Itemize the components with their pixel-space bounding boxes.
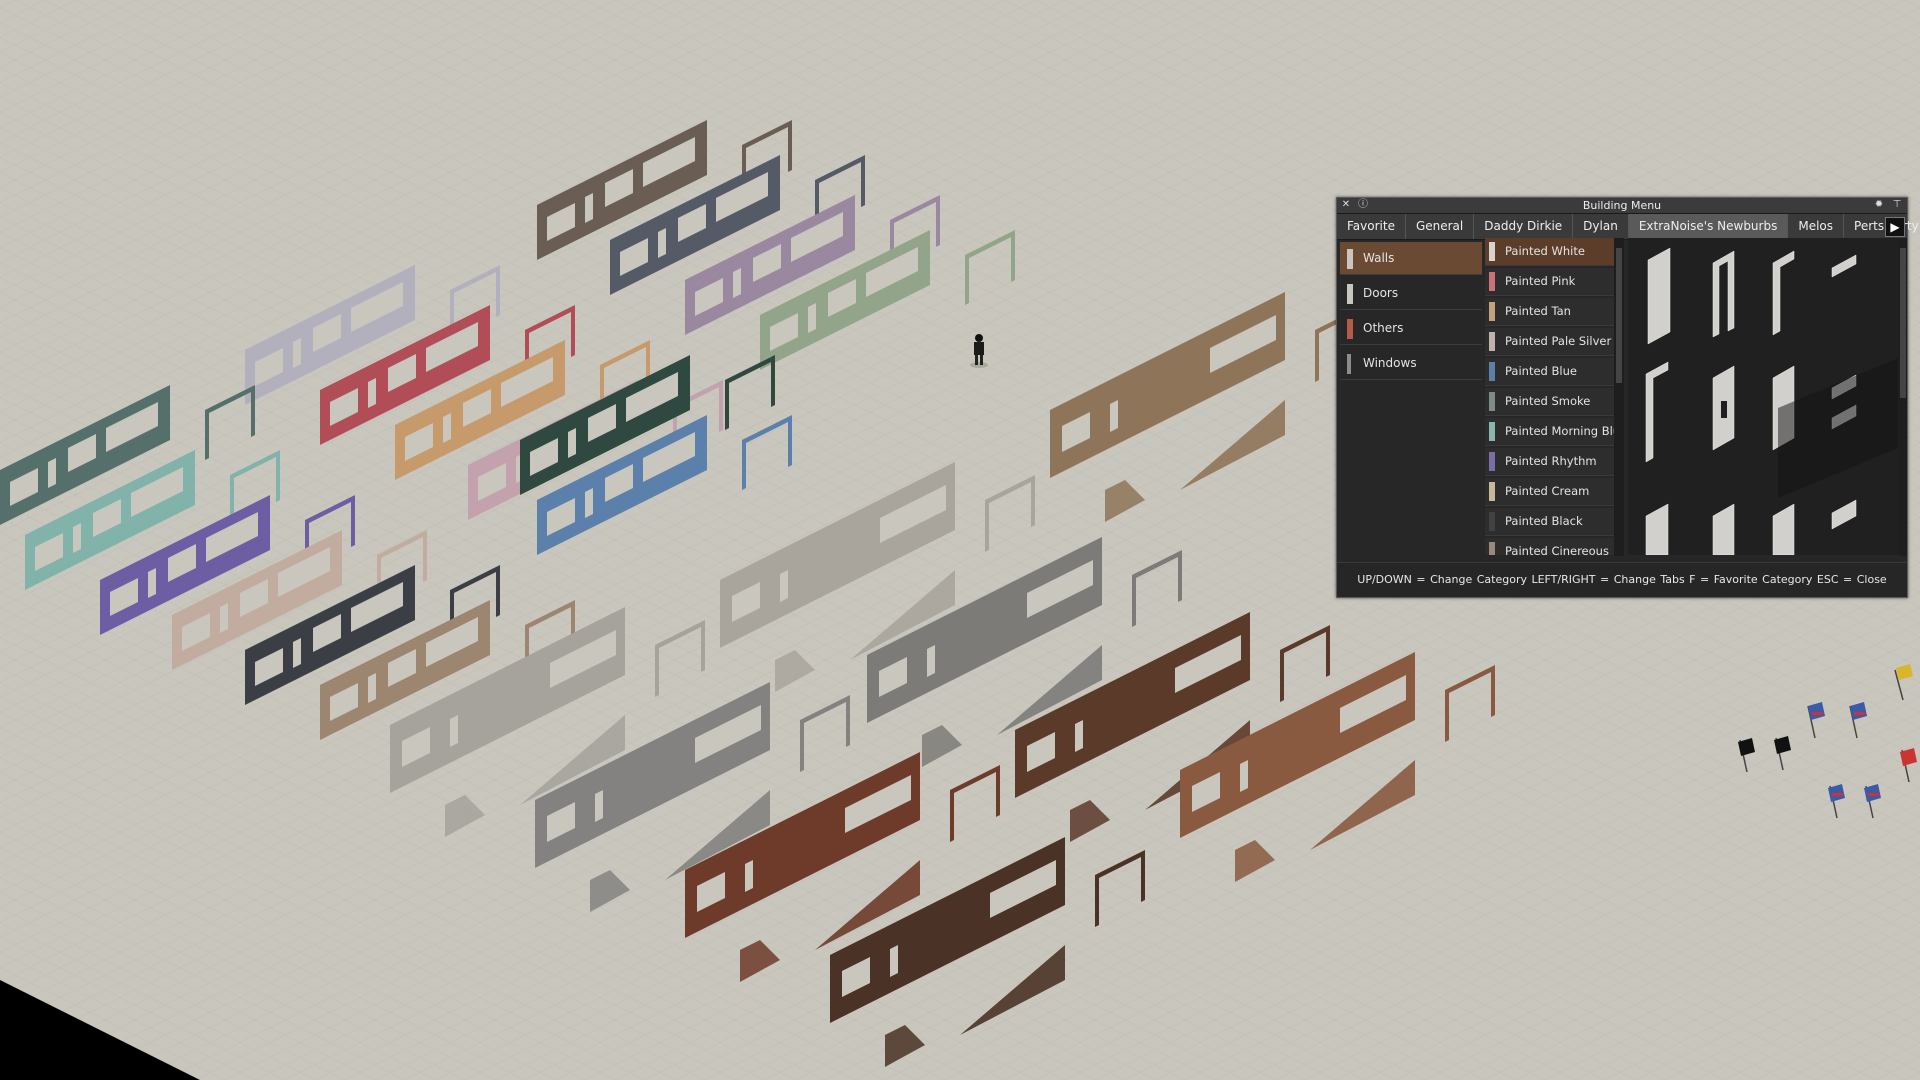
color-swatch	[1489, 482, 1495, 501]
category-label: Walls	[1363, 251, 1395, 265]
item-label: Painted Cinereous	[1505, 544, 1609, 555]
item-row[interactable]: Painted Pink	[1485, 268, 1615, 296]
tab-daddy-dirkie[interactable]: Daddy Dirkie	[1474, 214, 1574, 239]
item-label: Painted White	[1505, 244, 1585, 258]
color-swatch	[1489, 422, 1495, 441]
gear-icon[interactable]: ✹	[1873, 199, 1885, 211]
item-list-scrollbar[interactable]	[1614, 238, 1624, 556]
pin-icon[interactable]: ⊤	[1891, 199, 1903, 211]
color-swatch	[1489, 452, 1495, 471]
tab-dylan[interactable]: Dylan	[1573, 214, 1629, 239]
item-row[interactable]: Painted Smoke	[1485, 388, 1615, 416]
item-row[interactable]: Painted White	[1485, 238, 1615, 266]
item-label: Painted Morning Blu	[1505, 424, 1615, 438]
item-label: Painted Rhythm	[1505, 454, 1597, 468]
tab-perts-party[interactable]: Perts Party	[1844, 214, 1920, 239]
menu-title: Building Menu	[1582, 199, 1662, 212]
category-swatch	[1347, 354, 1351, 374]
item-row[interactable]: Painted Cream	[1485, 478, 1615, 506]
scroll-thumb[interactable]	[1616, 248, 1622, 383]
item-row[interactable]: Painted Pale Silver	[1485, 328, 1615, 356]
category-tabs: Favorite General Daddy Dirkie Dylan Extr…	[1337, 214, 1919, 240]
color-swatch	[1489, 512, 1495, 531]
category-others[interactable]: Others	[1340, 312, 1482, 345]
category-list: Walls Doors Others Windows	[1340, 242, 1482, 382]
item-row[interactable]: Painted Blue	[1485, 358, 1615, 386]
item-label: Painted Pink	[1505, 274, 1576, 288]
keyboard-hints: UP/DOWN = Change Category LEFT/RIGHT = C…	[1337, 562, 1907, 597]
item-row[interactable]: Painted Black	[1485, 508, 1615, 536]
color-swatch	[1489, 542, 1495, 555]
category-swatch	[1347, 249, 1353, 269]
item-list[interactable]: Painted White Painted Pink Painted Tan Pain…	[1485, 238, 1615, 555]
color-swatch	[1489, 362, 1495, 381]
item-label: Painted Smoke	[1505, 394, 1591, 408]
scroll-thumb[interactable]	[1900, 248, 1906, 398]
item-label: Painted Black	[1505, 514, 1583, 528]
color-swatch	[1489, 242, 1495, 261]
category-label: Doors	[1363, 286, 1399, 300]
building-menu[interactable]: ✕ ⓘ Building Menu ✹ ⊤ Favorite General D…	[1336, 197, 1919, 598]
item-row[interactable]: Painted Morning Blu	[1485, 418, 1615, 446]
item-label: Painted Pale Silver	[1505, 334, 1612, 348]
color-swatch	[1489, 272, 1495, 291]
item-row[interactable]: Painted Tan	[1485, 298, 1615, 326]
category-swatch	[1347, 284, 1353, 304]
tile-preview-panel[interactable]	[1628, 238, 1902, 555]
item-row[interactable]: Painted Cinereous	[1485, 538, 1615, 555]
next-tab-arrow-icon[interactable]: ▶	[1885, 217, 1905, 237]
preview-scrollbar[interactable]	[1899, 238, 1907, 556]
menu-titlebar[interactable]: ✕ ⓘ Building Menu ✹ ⊤	[1337, 198, 1907, 214]
item-label: Painted Blue	[1505, 364, 1577, 378]
category-doors[interactable]: Doors	[1340, 277, 1482, 310]
category-label: Others	[1363, 321, 1404, 335]
color-swatch	[1489, 392, 1495, 411]
color-swatch	[1489, 332, 1495, 351]
item-label: Painted Cream	[1505, 484, 1590, 498]
tile-preview-grid	[1645, 247, 1898, 555]
tab-general[interactable]: General	[1406, 214, 1475, 239]
color-swatch	[1489, 302, 1495, 321]
category-label: Windows	[1363, 356, 1417, 370]
item-label: Painted Tan	[1505, 304, 1571, 318]
tab-extranoise-newburbs[interactable]: ExtraNoise's Newburbs	[1628, 214, 1789, 239]
item-row[interactable]: Painted Rhythm	[1485, 448, 1615, 476]
category-swatch	[1347, 319, 1353, 339]
category-walls[interactable]: Walls	[1340, 242, 1482, 275]
tab-melos[interactable]: Melos	[1788, 214, 1845, 239]
tab-favorite[interactable]: Favorite	[1337, 214, 1406, 239]
category-windows[interactable]: Windows	[1340, 347, 1482, 380]
